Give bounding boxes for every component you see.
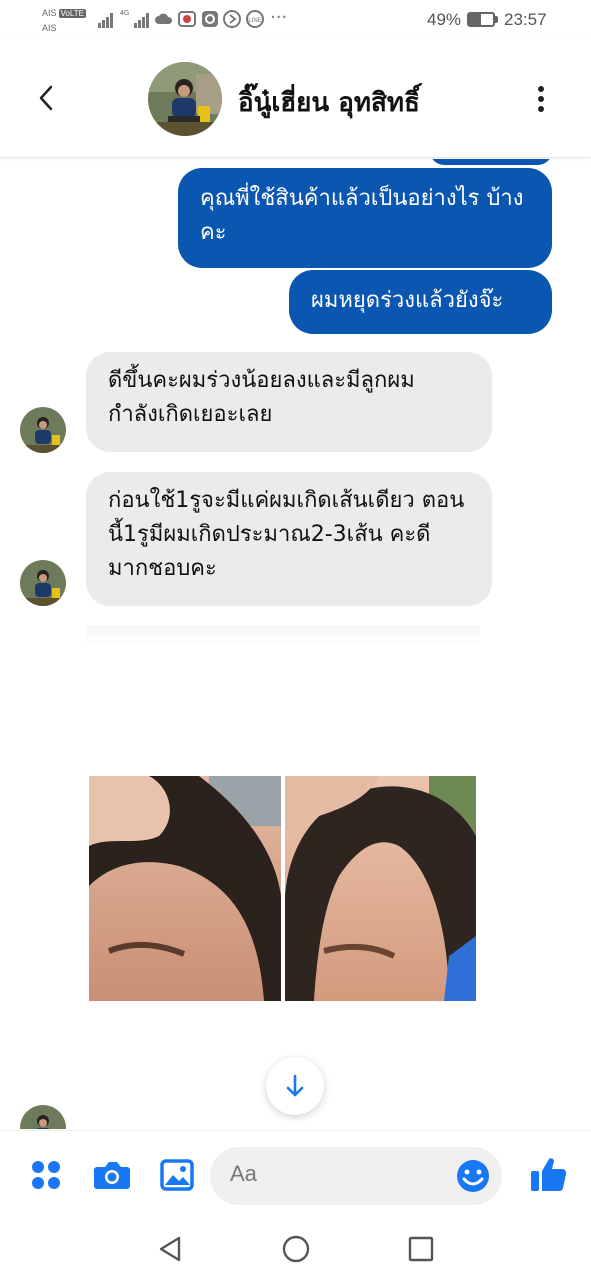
battery-percent: 49% [427, 10, 462, 29]
volte-badge: VoLTE [58, 9, 86, 18]
photo-message[interactable] [89, 776, 476, 1001]
message-incoming[interactable]: ดีขึ้นคะผมร่วงน้อยลงและมีลูกผม กำลังเกิด… [86, 352, 492, 452]
emoji-icon[interactable] [456, 1159, 490, 1193]
nav-home-icon[interactable] [282, 1235, 310, 1263]
previous-message-fragment [430, 159, 552, 165]
before-after-photo [89, 776, 476, 1001]
contact-name[interactable]: อิ๊นู๋เฮี่ยน อุทสิทธิ์ [238, 82, 420, 123]
signal-icon [98, 12, 116, 28]
nav-back-icon[interactable] [157, 1235, 183, 1263]
message-outgoing[interactable]: ผมหยุดร่วงแล้วยังจ๊ะ [289, 270, 552, 334]
thumbs-up-icon[interactable] [528, 1155, 568, 1195]
message-incoming[interactable]: ก่อนใช้1รูจะมีแค่ผมเกิดเส้นเดียว ตอนนี้1… [86, 472, 492, 606]
apps-grid-icon[interactable] [30, 1159, 62, 1191]
gallery-icon[interactable] [160, 1159, 194, 1191]
clock: 23:57 [504, 10, 547, 29]
svg-text:LINE: LINE [248, 18, 261, 24]
vpn-icon [223, 10, 241, 28]
back-arrow-icon[interactable] [36, 84, 56, 112]
camera-icon[interactable] [93, 1159, 131, 1191]
app-notification-icon [178, 11, 196, 27]
more-dots-icon: ··· [270, 7, 288, 28]
sender-avatar[interactable] [20, 407, 66, 453]
message-list[interactable]: คุณพี่ใช้สินค้าแล้วเป็นอย่างไร บ้างคะ ผม… [0, 159, 591, 1129]
carrier-label-secondary: AIS [42, 23, 57, 33]
arrow-down-icon [286, 1074, 304, 1097]
message-input-placeholder: Aa [230, 1161, 257, 1186]
message-input[interactable]: Aa [210, 1147, 502, 1205]
status-bar: AIS VoLTE AIS 4G LINE ··· 49% 23:57 [0, 0, 591, 40]
system-navigation-bar [0, 1220, 591, 1280]
message-outgoing[interactable]: คุณพี่ใช้สินค้าแล้วเป็นอย่างไร บ้างคะ [178, 168, 552, 268]
nav-recents-icon[interactable] [408, 1235, 434, 1263]
scroll-to-bottom-button[interactable] [266, 1057, 324, 1115]
signal-4g-icon: 4G [120, 10, 152, 28]
carrier-label: AIS VoLTE [42, 8, 86, 18]
contact-avatar[interactable] [148, 62, 222, 136]
chat-header: อิ๊นู๋เฮี่ยน อุทสิทธิ์ [0, 40, 591, 158]
sender-avatar[interactable] [20, 1105, 66, 1129]
instagram-icon [202, 11, 218, 27]
photo-message-top [86, 626, 480, 648]
battery-icon [467, 12, 498, 27]
sender-avatar[interactable] [20, 560, 66, 606]
more-vertical-icon[interactable] [533, 84, 549, 114]
cloud-icon [155, 13, 173, 24]
message-composer: Aa [0, 1130, 591, 1220]
line-icon: LINE [246, 10, 264, 28]
